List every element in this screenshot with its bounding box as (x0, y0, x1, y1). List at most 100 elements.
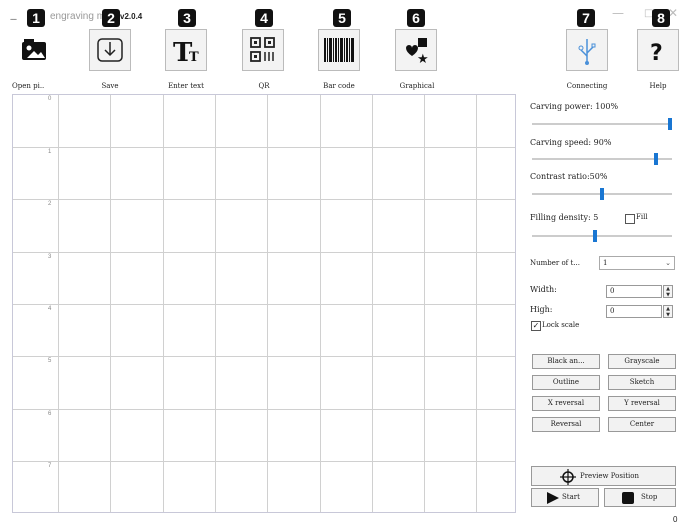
badge-7: 7 (577, 9, 595, 27)
contrast-ratio-slider[interactable] (532, 188, 672, 200)
help-button[interactable]: ? (637, 29, 679, 71)
qr-label: QR (258, 82, 270, 90)
open-picture-label: Open pi.. (12, 82, 45, 90)
y-reversal-button[interactable]: Y reversal (608, 396, 676, 411)
grid-line (13, 199, 515, 200)
carving-speed-thumb[interactable] (654, 153, 658, 165)
grid-line (13, 409, 515, 410)
black-and-white-button[interactable]: Black an... (532, 354, 600, 369)
stop-label: Stop (641, 493, 658, 501)
fill-label: Fill (636, 213, 648, 221)
reversal-button[interactable]: Reversal (532, 417, 600, 432)
question-mark-icon: ? (650, 41, 663, 66)
contrast-ratio-label: Contrast ratio:50% (530, 172, 608, 181)
filling-density-label: Filling density: 5 (530, 213, 599, 222)
width-input[interactable]: 0 (606, 285, 662, 298)
barcode-icon (324, 38, 354, 62)
ruler-label: 2 (48, 201, 52, 207)
ruler-label: 7 (48, 463, 52, 469)
badge-2: 2 (102, 9, 120, 27)
high-stepper[interactable]: ▲ ▼ (663, 305, 673, 318)
grid-line (13, 252, 515, 253)
carving-speed-slider[interactable] (532, 153, 672, 165)
number-of-times-select[interactable]: 1 ⌄ (599, 256, 675, 270)
filling-density-slider[interactable] (532, 230, 672, 242)
enter-text-label: Enter text (168, 82, 204, 90)
filling-density-thumb[interactable] (593, 230, 597, 242)
connecting-label: Connecting (566, 82, 608, 90)
status-value: 0 (673, 515, 678, 524)
lock-scale-label: Lock scale (542, 321, 580, 329)
minimize-button[interactable]: — (612, 6, 624, 20)
stop-icon (622, 492, 634, 504)
enter-text-button[interactable]: T T (165, 29, 207, 71)
fill-checkbox[interactable] (625, 214, 635, 224)
carving-speed-label: Carving speed: 90% (530, 138, 612, 147)
usb-icon (578, 39, 596, 65)
number-of-times-value: 1 (603, 259, 608, 267)
ruler-label: 3 (48, 254, 52, 260)
ruler-label: 4 (48, 306, 52, 312)
svg-text:T: T (189, 50, 199, 65)
ruler-label: 0 (48, 96, 52, 102)
carving-power-label: Carving power: 100% (530, 102, 619, 111)
badge-5: 5 (333, 9, 351, 27)
width-label: Width: (530, 285, 557, 294)
carving-power-slider[interactable] (532, 118, 672, 130)
badge-8: 8 (652, 9, 670, 27)
ruler-label: 5 (48, 358, 52, 364)
badge-4: 4 (255, 9, 273, 27)
outline-button[interactable]: Outline (532, 375, 600, 390)
contrast-ratio-thumb[interactable] (600, 188, 604, 200)
badge-1: 1 (27, 9, 45, 27)
save-label: Save (101, 82, 119, 90)
x-reversal-button[interactable]: X reversal (532, 396, 600, 411)
sketch-button[interactable]: Sketch (608, 375, 676, 390)
save-button[interactable] (89, 29, 131, 71)
engraving-canvas[interactable]: 0 1 2 3 4 5 6 7 (12, 94, 516, 513)
qr-button[interactable] (242, 29, 284, 71)
start-label: Start (562, 493, 580, 501)
app-icon: --- (10, 14, 17, 24)
graphical-label: Graphical (399, 82, 435, 90)
crosshair-icon (560, 469, 576, 485)
preview-position-label: Preview Position (580, 472, 639, 480)
connecting-button[interactable] (566, 29, 608, 71)
preview-position-button[interactable]: Preview Position (531, 466, 676, 486)
badge-6: 6 (407, 9, 425, 27)
grid-line (13, 304, 515, 305)
carving-power-thumb[interactable] (668, 118, 672, 130)
play-icon (547, 492, 559, 504)
badge-3: 3 (178, 9, 196, 27)
high-input[interactable]: 0 (606, 305, 662, 318)
svg-text:★: ★ (417, 52, 429, 67)
qr-code-icon (250, 37, 275, 62)
lock-scale-checkbox[interactable]: ✓ (531, 321, 541, 331)
chevron-down-icon: ⌄ (665, 259, 671, 267)
version-label: v2.0.4 (120, 12, 143, 21)
open-picture-button[interactable] (14, 29, 56, 71)
grid-line (13, 356, 515, 357)
help-label: Help (649, 82, 667, 90)
ruler-label: 1 (48, 149, 52, 155)
stop-button[interactable]: Stop (604, 488, 676, 507)
svg-text:?: ? (650, 41, 663, 66)
graphical-button[interactable]: ★ (395, 29, 437, 71)
bar-code-label: Bar code (323, 82, 355, 90)
grid-line (13, 461, 515, 462)
spin-down-icon[interactable]: ▼ (664, 312, 672, 318)
start-button[interactable]: Start (531, 488, 599, 507)
text-icon: T T (173, 38, 199, 68)
spin-down-icon[interactable]: ▼ (664, 292, 672, 298)
bar-code-button[interactable] (318, 29, 360, 71)
width-stepper[interactable]: ▲ ▼ (663, 285, 673, 298)
open-picture-icon (22, 39, 46, 60)
save-icon (97, 38, 123, 62)
grayscale-button[interactable]: Grayscale (608, 354, 676, 369)
shapes-icon: ★ (406, 38, 429, 67)
high-label: High: (530, 305, 553, 314)
center-button[interactable]: Center (608, 417, 676, 432)
grid-line (13, 147, 515, 148)
ruler-label: 6 (48, 411, 52, 417)
number-of-times-label: Number of t... (530, 259, 580, 267)
